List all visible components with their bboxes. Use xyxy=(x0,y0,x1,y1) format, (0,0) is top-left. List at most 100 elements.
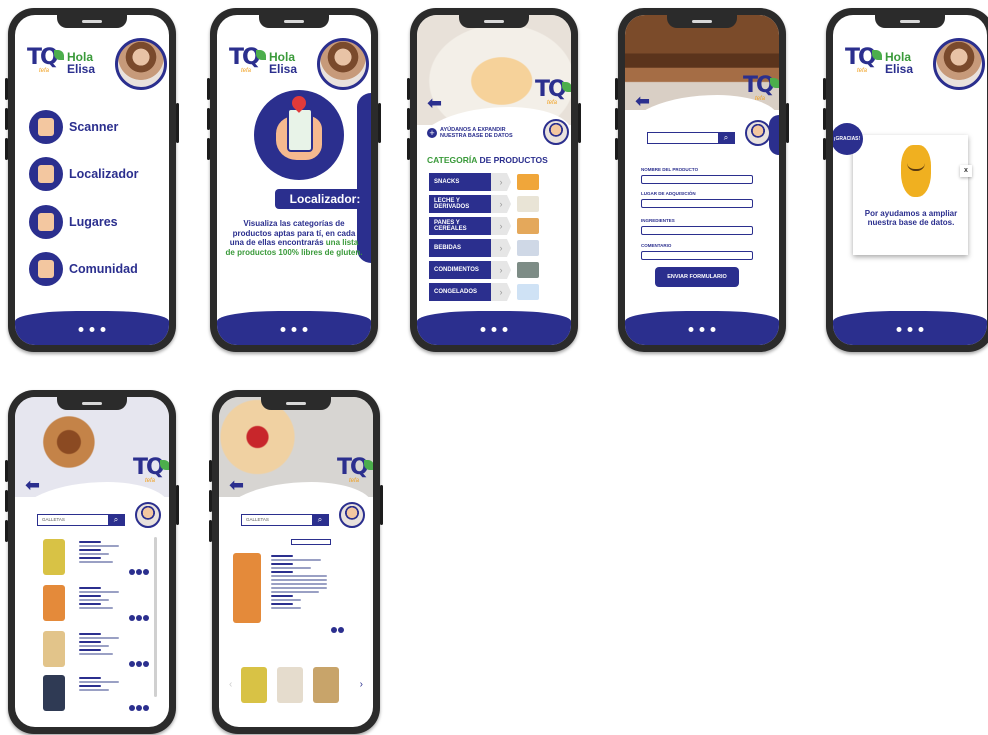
category-label: BEBIDAS xyxy=(429,239,491,257)
related-product[interactable] xyxy=(241,667,267,703)
phone-product-list: ⬅ TQ tefa GALLETAS ⌕ xyxy=(5,390,179,734)
mini-avatar[interactable] xyxy=(745,120,771,146)
greeting-name: Elisa xyxy=(269,62,298,76)
search-bar[interactable]: ⌕ xyxy=(647,132,735,144)
page-dots[interactable] xyxy=(688,327,716,332)
category-label: CONDIMENTOS xyxy=(429,261,491,279)
avatar[interactable] xyxy=(115,38,167,90)
greeting-name: Elisa xyxy=(67,62,96,76)
home-screen: TQ tefa Hola Elisa Scanner Localizador Lu… xyxy=(15,15,169,345)
thanks-message: Por ayudamos a ampliar nuestra base de d… xyxy=(864,209,958,227)
chevron-right-icon: › xyxy=(491,195,511,213)
back-arrow-icon[interactable]: ⬅ xyxy=(427,93,442,114)
tq-logo: TQ tefa xyxy=(229,45,267,75)
search-bar[interactable]: GALLETAS ⌕ xyxy=(241,514,329,526)
nombre-field[interactable] xyxy=(641,175,753,184)
frozen-image xyxy=(517,284,539,300)
category-bebidas[interactable]: BEBIDAS › xyxy=(429,239,549,257)
bread-image xyxy=(517,218,539,234)
phone-notch xyxy=(259,15,329,28)
category-snacks[interactable]: SNACKS › xyxy=(429,173,549,191)
tq-logo: TQ tefa xyxy=(337,455,373,485)
field-label-lugar: LUGAR DE ADQUISICIÓN xyxy=(641,191,696,196)
category-congelados[interactable]: CONGELADOS › xyxy=(429,283,549,301)
menu-item-lugares[interactable]: Lugares xyxy=(29,205,118,239)
search-icon[interactable]: ⌕ xyxy=(718,133,734,143)
side-wave xyxy=(769,115,779,155)
category-condimentos[interactable]: CONDIMENTOS › xyxy=(429,261,549,279)
avatar[interactable] xyxy=(317,38,369,90)
close-icon[interactable]: x xyxy=(960,165,972,177)
product-item[interactable] xyxy=(29,631,149,673)
submit-form-button[interactable]: ENVIAR FORMULARIO xyxy=(655,267,739,287)
menu-item-localizador[interactable]: Localizador xyxy=(29,157,138,191)
avatar[interactable] xyxy=(933,38,985,90)
product-details xyxy=(271,553,327,609)
search-icon[interactable]: ⌕ xyxy=(312,515,328,525)
comentario-field[interactable] xyxy=(641,251,753,260)
chevron-left-icon[interactable]: ‹ xyxy=(229,679,232,690)
scrollbar[interactable] xyxy=(154,537,157,697)
menu-item-scanner[interactable]: Scanner xyxy=(29,110,118,144)
phone-form: ⬅ TQ tefa ⌕ NOMBRE DEL PRODUCTO LUGAR DE … xyxy=(615,8,789,352)
related-carousel[interactable] xyxy=(241,667,339,703)
phone-notch xyxy=(57,15,127,28)
product-actions[interactable] xyxy=(129,615,149,621)
page-dots[interactable] xyxy=(896,327,924,332)
search-input[interactable]: GALLETAS xyxy=(38,515,108,525)
dairy-image xyxy=(517,196,539,212)
ingredientes-field[interactable] xyxy=(641,226,753,235)
page-dots[interactable] xyxy=(280,327,308,332)
chevron-right-icon: › xyxy=(491,217,511,235)
related-product[interactable] xyxy=(313,667,339,703)
related-product[interactable] xyxy=(277,667,303,703)
category-label: PANES Y CEREALES xyxy=(429,217,491,235)
page-dots[interactable] xyxy=(78,327,106,332)
product-actions[interactable] xyxy=(129,705,149,711)
product-item[interactable] xyxy=(29,539,149,581)
field-label-ingredientes: INGREDIENTES xyxy=(641,218,675,223)
search-input[interactable] xyxy=(648,133,718,143)
phone-thanks: TQ tefa Hola Elisa ¡GRACIAS! x Por ayudam… xyxy=(823,8,988,352)
chevron-right-icon: › xyxy=(491,283,511,301)
mini-avatar[interactable] xyxy=(339,502,365,528)
back-arrow-icon[interactable]: ⬅ xyxy=(25,475,40,496)
menu-label-scanner: Scanner xyxy=(69,120,119,134)
greeting: Hola Elisa xyxy=(269,51,297,75)
product-actions[interactable] xyxy=(129,661,149,667)
lugar-field[interactable] xyxy=(641,199,753,208)
help-expand[interactable]: + AYÚDANOS A EXPANDIR NUESTRA BASE DE DA… xyxy=(427,127,522,139)
chevron-right-icon: › xyxy=(491,173,511,191)
back-arrow-icon[interactable]: ⬅ xyxy=(229,475,244,496)
mini-avatar[interactable] xyxy=(135,502,161,528)
category-panes[interactable]: PANES Y CEREALES › xyxy=(429,217,549,235)
search-icon[interactable]: ⌕ xyxy=(108,515,124,525)
product-detail-screen: ⬅ TQ tefa GALLETAS ⌕ ‹ › xyxy=(219,397,373,727)
product-item[interactable] xyxy=(29,585,149,627)
category-label: LECHE Y DERIVADOS xyxy=(429,195,491,213)
product-actions[interactable] xyxy=(331,627,344,633)
search-input[interactable]: GALLETAS xyxy=(242,515,312,525)
menu-item-comunidad[interactable]: Comunidad xyxy=(29,252,138,286)
product-image xyxy=(233,553,261,623)
add-list-button[interactable] xyxy=(291,539,331,545)
category-leche[interactable]: LECHE Y DERIVADOS › xyxy=(429,195,549,213)
phone-notch xyxy=(875,15,945,28)
chevron-right-icon[interactable]: › xyxy=(360,679,363,690)
chevron-right-icon: › xyxy=(491,239,511,257)
page-dots[interactable] xyxy=(480,327,508,332)
mockup-stage: TQ tefa Hola Elisa Scanner Localizador Lu… xyxy=(0,0,988,735)
search-bar[interactable]: GALLETAS ⌕ xyxy=(37,514,125,526)
drinks-image xyxy=(517,240,539,256)
product-actions[interactable] xyxy=(129,569,149,575)
category-label: SNACKS xyxy=(429,173,491,191)
tq-logo: TQ tefa xyxy=(27,45,65,75)
plus-icon: + xyxy=(427,128,437,138)
phone-notch xyxy=(57,397,127,410)
thanks-modal: x Por ayudamos a ampliar nuestra base de… xyxy=(853,135,972,255)
back-arrow-icon[interactable]: ⬅ xyxy=(635,91,650,112)
product-item[interactable] xyxy=(29,675,149,717)
thanks-screen: TQ tefa Hola Elisa ¡GRACIAS! x Por ayudam… xyxy=(833,15,987,345)
chevron-right-icon: › xyxy=(491,261,511,279)
mini-avatar[interactable] xyxy=(543,119,569,145)
